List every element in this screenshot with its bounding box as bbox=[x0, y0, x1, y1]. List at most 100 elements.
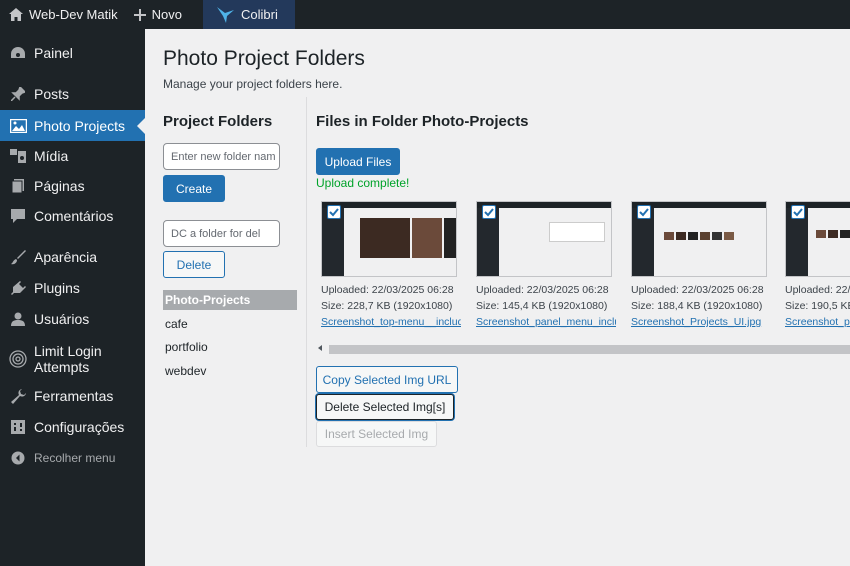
file-size: Size: 190,5 KB bbox=[785, 300, 850, 312]
menu-item-limit-login[interactable]: Limit Login Attempts bbox=[0, 341, 145, 377]
file-name-link[interactable]: Screenshot_Projects_UI.jpg bbox=[631, 314, 771, 330]
brush-icon bbox=[8, 247, 28, 267]
scrollbar-thumb[interactable] bbox=[329, 345, 850, 354]
upload-files-button[interactable]: Upload Files bbox=[316, 148, 400, 175]
scroll-left-icon[interactable] bbox=[318, 345, 322, 351]
folder-item-webdev[interactable]: webdev bbox=[163, 361, 297, 381]
delete-folder-button[interactable]: Delete bbox=[163, 251, 225, 278]
file-uploaded-date: Uploaded: 22/03/2025 06:28 bbox=[631, 284, 764, 296]
menu-item-paginas[interactable]: Páginas bbox=[0, 173, 145, 199]
select-checkbox[interactable] bbox=[637, 205, 651, 219]
folder-item-cafe[interactable]: cafe bbox=[163, 314, 297, 334]
file-name-link[interactable]: Screenshot_panel_menu_inclu... bbox=[476, 314, 616, 330]
menu-item-posts[interactable]: Posts bbox=[0, 81, 145, 107]
file-name-link[interactable]: Screenshot_pro bbox=[785, 314, 850, 330]
wrench-icon bbox=[8, 386, 28, 406]
admin-bar: Web-Dev Matik Novo Colibri bbox=[0, 0, 850, 29]
horizontal-scrollbar[interactable] bbox=[316, 343, 850, 355]
file-thumbnail[interactable] bbox=[785, 201, 850, 277]
menu-label-wrap: Limit Login Attempts bbox=[34, 343, 102, 375]
home-icon bbox=[9, 8, 23, 21]
menu-item-comentarios[interactable]: Comentários bbox=[0, 203, 145, 229]
plus-icon bbox=[133, 8, 146, 21]
thumb-image-block bbox=[664, 232, 674, 240]
file-thumbnail[interactable] bbox=[476, 201, 612, 277]
file-size: Size: 188,4 KB (1920x1080) bbox=[631, 300, 763, 312]
thumb-image-block bbox=[412, 218, 442, 258]
delete-images-button[interactable]: Delete Selected Img[s] bbox=[316, 394, 454, 420]
file-card[interactable]: Uploaded: 22/03/ Size: 190,5 KB Screensh… bbox=[785, 201, 850, 330]
file-thumbnail[interactable] bbox=[321, 201, 457, 277]
file-thumbnail[interactable] bbox=[631, 201, 767, 277]
thumb-panel-block bbox=[549, 222, 605, 242]
checkmark-icon bbox=[793, 207, 803, 216]
page-subtitle: Manage your project folders here. bbox=[163, 77, 343, 91]
file-card[interactable]: Uploaded: 22/03/2025 06:28 Size: 228,7 K… bbox=[321, 201, 461, 330]
thumb-content bbox=[808, 208, 850, 276]
select-checkbox[interactable] bbox=[327, 205, 341, 219]
menu-label: Aparência bbox=[34, 249, 98, 265]
page-title: Photo Project Folders bbox=[163, 47, 365, 70]
file-size: Size: 145,4 KB (1920x1080) bbox=[476, 300, 608, 312]
menu-item-aparencia[interactable]: Aparência bbox=[0, 244, 145, 270]
menu-label: Ferramentas bbox=[34, 388, 114, 404]
files-heading: Files in Folder Photo-Projects bbox=[316, 113, 529, 130]
menu-item-painel[interactable]: Painel bbox=[0, 40, 145, 66]
menu-label: Mídia bbox=[34, 148, 69, 164]
plug-icon bbox=[8, 278, 28, 298]
thumb-image-block bbox=[712, 232, 722, 240]
delete-folder-input[interactable]: DC a folder for del bbox=[163, 220, 280, 247]
colibri-label: Colibri bbox=[240, 7, 278, 22]
images-icon bbox=[8, 116, 28, 136]
select-checkbox[interactable] bbox=[791, 205, 805, 219]
checkmark-icon bbox=[329, 207, 339, 216]
new-folder-input[interactable]: Enter new folder nam bbox=[163, 143, 280, 170]
menu-label: Configurações bbox=[34, 419, 125, 435]
menu-label: Limit Login bbox=[34, 343, 102, 359]
site-name: Web-Dev Matik bbox=[29, 7, 118, 22]
menu-item-ferramentas[interactable]: Ferramentas bbox=[0, 383, 145, 409]
file-uploaded-date: Uploaded: 22/03/ bbox=[785, 284, 850, 296]
menu-label: Usuários bbox=[34, 311, 90, 327]
menu-label: Comentários bbox=[34, 208, 114, 224]
folder-item-portfolio[interactable]: portfolio bbox=[163, 337, 297, 357]
copy-url-button[interactable]: Copy Selected Img URL bbox=[316, 366, 458, 393]
new-content-link[interactable]: Novo bbox=[126, 0, 190, 29]
menu-item-configuracoes[interactable]: Configurações bbox=[0, 414, 145, 440]
file-uploaded-date: Uploaded: 22/03/2025 06:28 bbox=[321, 284, 454, 296]
collapse-icon bbox=[8, 448, 28, 468]
menu-label: Recolher menu bbox=[34, 451, 116, 465]
thumb-image-block bbox=[360, 218, 410, 258]
folder-item-photo-projects[interactable]: Photo-Projects bbox=[163, 290, 297, 310]
file-card[interactable]: Uploaded: 22/03/2025 06:28 Size: 145,4 K… bbox=[476, 201, 616, 330]
file-name-link[interactable]: Screenshot_top-menu__includ... bbox=[321, 314, 461, 330]
menu-item-photo-projects[interactable]: Photo Projects bbox=[0, 110, 145, 141]
dashboard-icon bbox=[8, 43, 28, 63]
menu-label-line2: Attempts bbox=[34, 359, 90, 375]
comments-icon bbox=[8, 206, 28, 226]
colibri-link[interactable]: Colibri bbox=[202, 0, 295, 29]
thumb-image-block bbox=[724, 232, 734, 240]
thumb-content bbox=[344, 208, 456, 276]
folders-heading: Project Folders bbox=[163, 113, 273, 130]
thumb-content bbox=[654, 208, 766, 276]
collapse-menu-button[interactable]: Recolher menu bbox=[0, 445, 145, 471]
panel-divider bbox=[306, 97, 307, 447]
menu-item-plugins[interactable]: Plugins bbox=[0, 275, 145, 301]
file-card[interactable]: Uploaded: 22/03/2025 06:28 Size: 188,4 K… bbox=[631, 201, 771, 330]
media-icon bbox=[8, 146, 28, 166]
thumb-content bbox=[499, 208, 611, 276]
site-name-link[interactable]: Web-Dev Matik bbox=[0, 0, 126, 29]
menu-label: Photo Projects bbox=[34, 117, 126, 134]
file-uploaded-date: Uploaded: 22/03/2025 06:28 bbox=[476, 284, 609, 296]
thumb-image-block bbox=[444, 218, 456, 258]
create-folder-button[interactable]: Create bbox=[163, 175, 225, 202]
menu-item-usuarios[interactable]: Usuários bbox=[0, 306, 145, 332]
insert-image-button[interactable]: Insert Selected Img bbox=[316, 421, 437, 447]
select-checkbox[interactable] bbox=[482, 205, 496, 219]
thumb-image-block bbox=[700, 232, 710, 240]
thumb-image-block bbox=[688, 232, 698, 240]
checkmark-icon bbox=[484, 207, 494, 216]
menu-label: Painel bbox=[34, 45, 73, 61]
menu-item-midia[interactable]: Mídia bbox=[0, 143, 145, 169]
